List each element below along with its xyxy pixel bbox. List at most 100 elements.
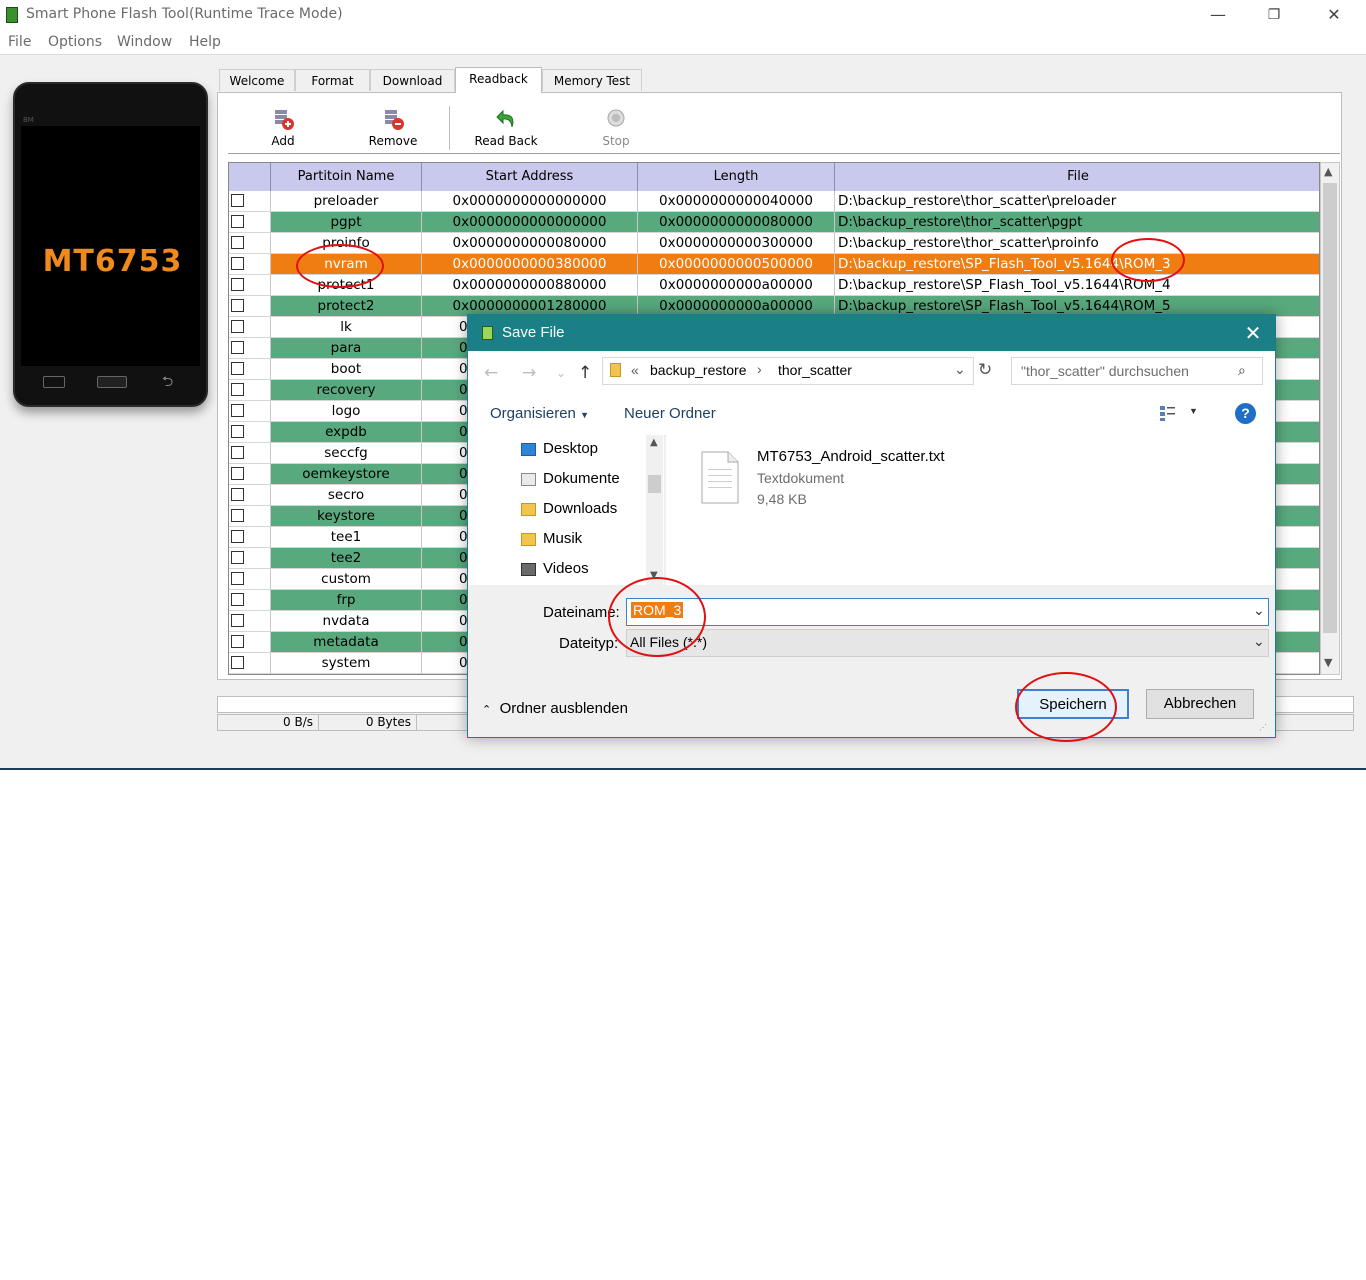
- row-checkbox[interactable]: [231, 488, 244, 501]
- row-checkbox[interactable]: [231, 215, 244, 228]
- partition-name-cell: proinfo: [271, 233, 422, 254]
- checkbox-cell: [229, 443, 271, 464]
- row-checkbox[interactable]: [231, 383, 244, 396]
- scroll-up-icon[interactable]: ▲: [650, 437, 658, 448]
- checkbox-cell: [229, 275, 271, 296]
- table-scrollbar[interactable]: ▲ ▼: [1320, 162, 1340, 675]
- partition-name-cell: keystore: [271, 506, 422, 527]
- up-arrow-icon[interactable]: ↑: [578, 363, 592, 383]
- checkbox-cell: [229, 485, 271, 506]
- header-start-address[interactable]: Start Address: [422, 163, 638, 191]
- cancel-button[interactable]: Abbrechen: [1146, 689, 1254, 719]
- recent-locations-icon[interactable]: ⌄: [556, 366, 566, 380]
- filetype-select[interactable]: All Files (*.*) ⌄: [626, 629, 1269, 657]
- row-checkbox[interactable]: [231, 404, 244, 417]
- save-button[interactable]: Speichern: [1017, 689, 1129, 719]
- organize-menu[interactable]: Organisieren ▼: [490, 405, 589, 422]
- close-button[interactable]: ✕: [1314, 4, 1354, 26]
- row-checkbox[interactable]: [231, 656, 244, 669]
- address-bar[interactable]: « backup_restore › thor_scatter ⌄: [602, 357, 974, 385]
- phone-brand: BM: [23, 116, 34, 124]
- file-path-cell: D:\backup_restore\SP_Flash_Tool_v5.1644\…: [835, 275, 1319, 296]
- row-checkbox[interactable]: [231, 593, 244, 606]
- tab-download[interactable]: Download: [370, 69, 455, 91]
- resize-grip-icon[interactable]: ⋰: [1259, 723, 1267, 732]
- stop-button[interactable]: Stop: [581, 108, 651, 148]
- desktop-icon: [521, 443, 536, 456]
- read-back-button[interactable]: Read Back: [471, 108, 541, 148]
- scroll-up-icon[interactable]: ▲: [1324, 165, 1332, 178]
- tab-readback[interactable]: Readback: [455, 67, 542, 93]
- add-button[interactable]: Add: [248, 108, 318, 148]
- row-checkbox[interactable]: [231, 341, 244, 354]
- tab-welcome[interactable]: Welcome: [219, 69, 295, 91]
- address-dropdown-icon[interactable]: ⌄: [954, 361, 966, 378]
- search-input[interactable]: "thor_scatter" durchsuchen ⌕: [1011, 357, 1263, 385]
- row-checkbox[interactable]: [231, 278, 244, 291]
- breadcrumb-backup-restore[interactable]: backup_restore: [650, 362, 747, 378]
- search-icon[interactable]: ⌕: [1238, 362, 1246, 379]
- row-checkbox[interactable]: [231, 257, 244, 270]
- row-checkbox[interactable]: [231, 530, 244, 543]
- view-dropdown-icon[interactable]: ▼: [1189, 406, 1198, 416]
- menu-file[interactable]: File: [8, 34, 31, 50]
- filename-dropdown-icon[interactable]: ⌄: [1253, 602, 1265, 619]
- folder-icon: [610, 363, 621, 377]
- scrollbar-thumb[interactable]: [648, 475, 661, 493]
- table-row[interactable]: protect1 0x0000000000880000 0x0000000000a0…: [229, 275, 1319, 296]
- breadcrumb-overflow[interactable]: «: [631, 362, 639, 378]
- row-checkbox[interactable]: [231, 362, 244, 375]
- tab-memory-test[interactable]: Memory Test: [542, 69, 642, 91]
- back-arrow-icon[interactable]: ←: [484, 363, 498, 383]
- back-key-icon: ⮌: [162, 374, 174, 390]
- maximize-button[interactable]: ❐: [1254, 4, 1294, 26]
- table-row[interactable]: nvram 0x0000000000380000 0x000000000050000…: [229, 254, 1319, 275]
- row-checkbox[interactable]: [231, 635, 244, 648]
- header-partition-name[interactable]: Partitoin Name: [271, 163, 422, 191]
- nav-pane-scrollbar[interactable]: ▲ ▼: [646, 435, 663, 585]
- header-file[interactable]: File: [835, 163, 1319, 191]
- phone-model: MT6753: [42, 244, 183, 279]
- chevron-up-icon: ⌃: [482, 704, 492, 716]
- row-checkbox[interactable]: [231, 467, 244, 480]
- scroll-down-icon[interactable]: ▼: [1324, 656, 1332, 669]
- row-checkbox[interactable]: [231, 299, 244, 312]
- file-size: 9,48 KB: [757, 491, 807, 507]
- scrollbar-thumb[interactable]: [1323, 183, 1337, 633]
- row-checkbox[interactable]: [231, 236, 244, 249]
- forward-arrow-icon[interactable]: →: [522, 363, 536, 383]
- row-checkbox[interactable]: [231, 446, 244, 459]
- help-icon[interactable]: ?: [1235, 403, 1256, 424]
- header-length[interactable]: Length: [638, 163, 835, 191]
- checkbox-cell: [229, 191, 271, 212]
- filetype-dropdown-icon[interactable]: ⌄: [1253, 633, 1265, 650]
- scroll-down-icon[interactable]: ▼: [650, 570, 658, 581]
- file-path-cell: D:\backup_restore\SP_Flash_Tool_v5.1644\…: [835, 254, 1319, 275]
- minimize-button[interactable]: —: [1198, 4, 1238, 26]
- new-folder-button[interactable]: Neuer Ordner: [624, 405, 716, 422]
- breadcrumb-thor-scatter[interactable]: thor_scatter: [778, 362, 852, 378]
- remove-button[interactable]: Remove: [358, 108, 428, 148]
- row-checkbox[interactable]: [231, 509, 244, 522]
- refresh-icon[interactable]: ↻: [978, 360, 992, 380]
- row-checkbox[interactable]: [231, 194, 244, 207]
- menu-help[interactable]: Help: [189, 34, 221, 50]
- app-icon: [6, 7, 18, 23]
- file-name[interactable]: MT6753_Android_scatter.txt: [757, 448, 945, 465]
- row-checkbox[interactable]: [231, 551, 244, 564]
- row-checkbox[interactable]: [231, 320, 244, 333]
- table-row[interactable]: pgpt 0x0000000000000000 0x0000000000080000…: [229, 212, 1319, 233]
- menu-window[interactable]: Window: [117, 34, 172, 50]
- row-checkbox[interactable]: [231, 425, 244, 438]
- filename-input[interactable]: ROM_3 ⌄: [626, 598, 1269, 626]
- view-options-icon[interactable]: [1158, 403, 1178, 423]
- menu-options[interactable]: Options: [48, 34, 102, 50]
- file-item[interactable]: [700, 451, 740, 504]
- tab-format[interactable]: Format: [295, 69, 370, 91]
- table-row[interactable]: proinfo 0x0000000000080000 0x0000000000300…: [229, 233, 1319, 254]
- dialog-close-button[interactable]: ✕: [1238, 321, 1268, 345]
- row-checkbox[interactable]: [231, 614, 244, 627]
- row-checkbox[interactable]: [231, 572, 244, 585]
- table-row[interactable]: preloader 0x0000000000000000 0x00000000000…: [229, 191, 1319, 212]
- hide-folders-toggle[interactable]: ⌃ Ordner ausblenden: [482, 700, 628, 717]
